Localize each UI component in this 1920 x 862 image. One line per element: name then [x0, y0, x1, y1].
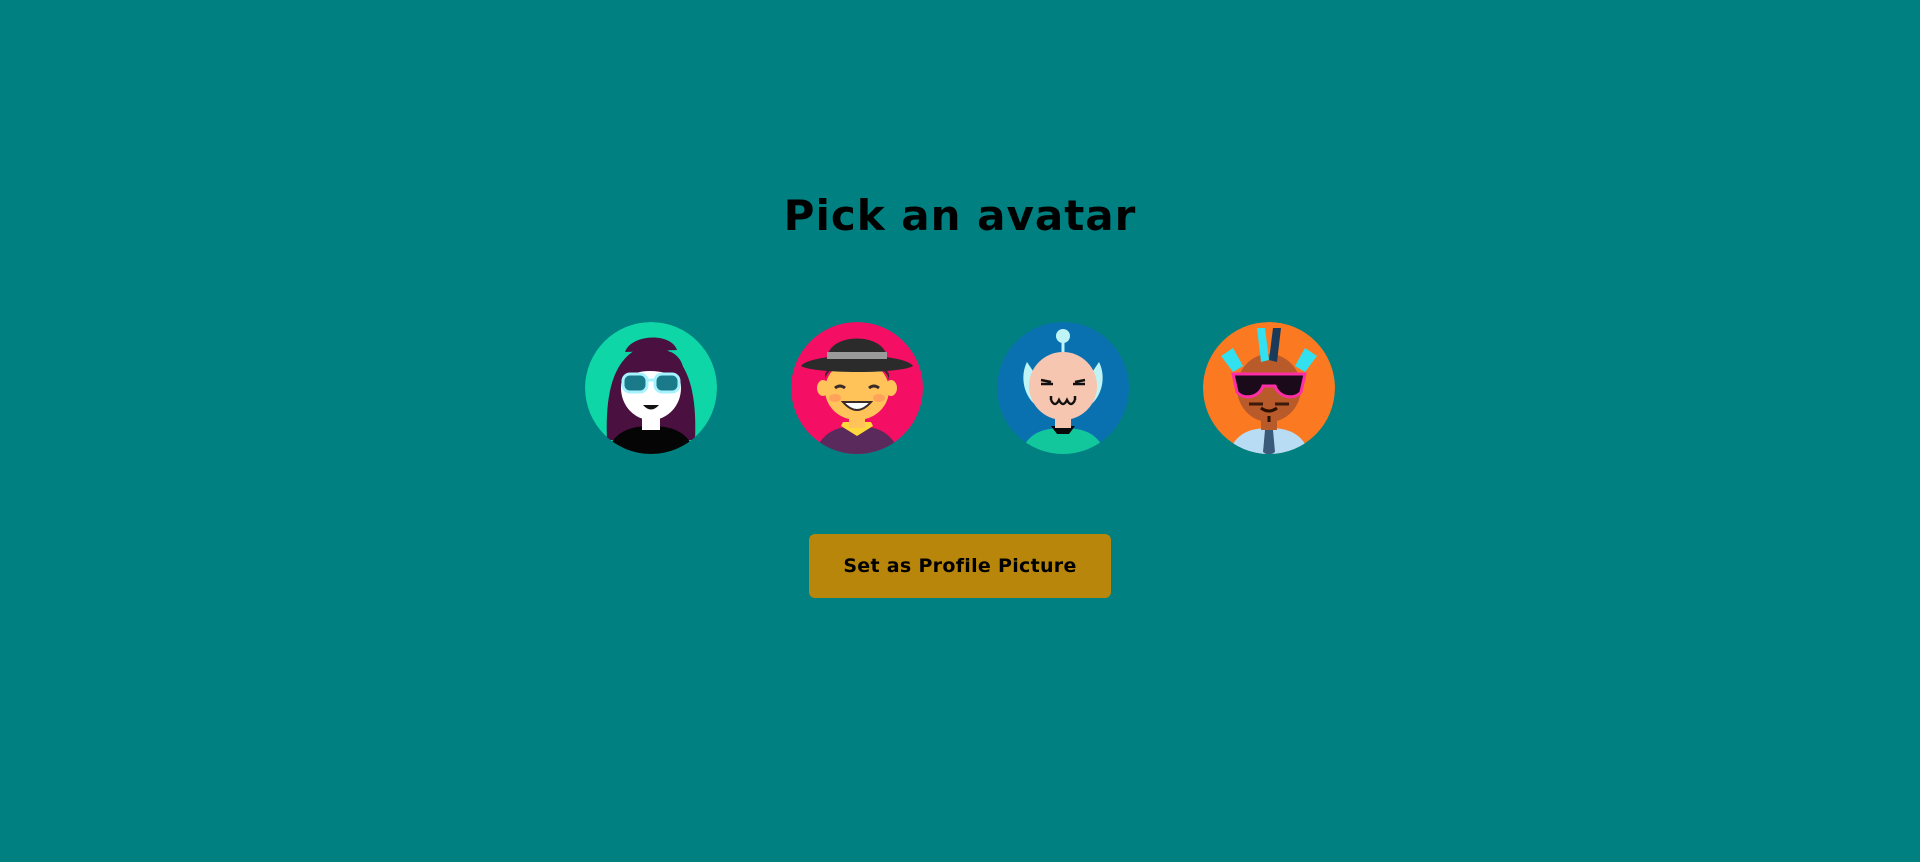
avatar-option-3[interactable] — [997, 322, 1129, 454]
woman-purple-hair-sunglasses-icon — [585, 322, 717, 454]
avatar-option-4[interactable] — [1203, 322, 1335, 454]
man-fedora-smiling-icon — [791, 322, 923, 454]
page-title: Pick an avatar — [783, 191, 1137, 240]
avatar-picker-page: Pick an avatar Set as Profile Picture — [0, 0, 1920, 862]
alien-antenna-icon — [997, 322, 1129, 454]
avatar-list — [585, 322, 1335, 454]
avatar-option-2[interactable] — [791, 322, 923, 454]
set-profile-picture-button[interactable]: Set as Profile Picture — [809, 534, 1111, 598]
punk-mohawk-sunglasses-icon — [1203, 322, 1335, 454]
avatar-option-1[interactable] — [585, 322, 717, 454]
